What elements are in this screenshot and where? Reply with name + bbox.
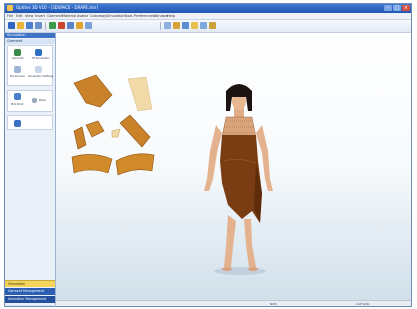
application-window: Optitex 3D V10 - [3DSPACE - DRAPE.dsn] –…: [4, 3, 412, 307]
pattern-piece[interactable]: [73, 126, 87, 150]
menu-garment[interactable]: Garment: [47, 13, 62, 19]
sidebar-item-animation-management[interactable]: Animation Management: [5, 296, 55, 303]
pre-process-button-label[interactable]: Pre-Process: [10, 75, 25, 78]
settings-icon[interactable]: [35, 66, 42, 73]
main-toolbar: [5, 20, 411, 33]
garment-button-label[interactable]: Garment: [12, 57, 23, 60]
avatar-right-leg: [244, 219, 256, 267]
pattern-piece[interactable]: [73, 74, 113, 108]
menu-preferences[interactable]: Preferences: [134, 13, 155, 19]
save-icon[interactable]: [26, 22, 33, 29]
avatar-left-leg: [224, 215, 236, 267]
status-num: NUM: [270, 302, 277, 306]
minimize-icon[interactable]: –: [384, 5, 392, 11]
new-file-icon[interactable]: [8, 22, 15, 29]
fit-simulation-button-label[interactable]: Fit Simulation: [32, 57, 50, 60]
menu-tools[interactable]: Tools: [124, 13, 133, 19]
menu-insert[interactable]: Insert: [35, 13, 45, 19]
menu-help[interactable]: Help: [167, 13, 175, 19]
pattern-piece[interactable]: [119, 114, 151, 148]
help-icon[interactable]: [67, 22, 74, 29]
undo-icon[interactable]: [49, 22, 56, 29]
title-bar: Optitex 3D V10 - [3DSPACE - DRAPE.dsn] –…: [5, 4, 411, 13]
app-logo-icon: [7, 5, 13, 11]
garment-icon[interactable]: [14, 49, 21, 56]
zoom-icon[interactable]: [85, 22, 92, 29]
avatar[interactable]: [204, 84, 273, 271]
top-view-icon[interactable]: [200, 22, 207, 29]
close-icon[interactable]: ×: [402, 5, 410, 11]
menu-bar: File Edit View Insert Garment Material A…: [5, 13, 411, 20]
pattern-piece[interactable]: [127, 76, 153, 112]
sidebar-item-simulation[interactable]: Simulation: [5, 280, 55, 287]
open-folder-icon[interactable]: [17, 22, 24, 29]
menu-edit[interactable]: Edit: [16, 13, 23, 19]
side-view-icon[interactable]: [182, 22, 189, 29]
grid-icon[interactable]: [14, 120, 21, 127]
avatar-right-foot: [248, 267, 258, 271]
status-cap-scrl: CAP SCRL: [356, 302, 370, 306]
tools-panel: Pick Point Place: [7, 90, 53, 112]
rotate-icon[interactable]: [76, 22, 83, 29]
toolbar-separator: [45, 22, 46, 30]
menu-avatar[interactable]: Avatar: [77, 13, 88, 19]
menu-colorway[interactable]: Colorway: [90, 13, 106, 19]
pattern-piece[interactable]: [71, 154, 113, 174]
menu-material[interactable]: Material: [62, 13, 76, 19]
menu-simulation[interactable]: Simulation: [106, 13, 125, 19]
pan-icon[interactable]: [164, 22, 171, 29]
place-label[interactable]: Place: [39, 99, 46, 102]
avatar-right-arm: [204, 125, 222, 191]
pattern-piece[interactable]: [111, 128, 121, 138]
pre-process-icon[interactable]: [14, 66, 21, 73]
place-icon[interactable]: [32, 98, 37, 103]
sidebar-header: Simulation: [5, 33, 55, 38]
extra-tool-panel: [7, 115, 53, 130]
left-sidebar: Simulation Garment Garment Fit Simulatio…: [5, 33, 56, 305]
cut-icon[interactable]: [35, 22, 42, 29]
pattern-piece[interactable]: [115, 153, 155, 176]
light-icon[interactable]: [209, 22, 216, 29]
avatar-shadow: [214, 267, 266, 275]
status-bar: NUM CAP SCRL: [56, 300, 411, 306]
pattern-piece[interactable]: [85, 120, 105, 138]
maximize-icon[interactable]: □: [393, 5, 401, 11]
sidebar-group-title: Garment: [5, 39, 55, 44]
front-view-icon[interactable]: [173, 22, 180, 29]
back-view-icon[interactable]: [191, 22, 198, 29]
redo-icon[interactable]: [58, 22, 65, 29]
sidebar-item-garment-management[interactable]: Garment Management: [5, 288, 55, 295]
simulation-buttons-panel: Garment Fit Simulation Pre-Process Simul…: [7, 45, 53, 86]
scene-canvas: [71, 74, 273, 275]
3d-viewport[interactable]: [56, 33, 411, 300]
avatar-left-foot: [222, 267, 232, 271]
pick-point-icon[interactable]: [14, 93, 21, 100]
fit-simulation-icon[interactable]: [35, 49, 42, 56]
menu-view[interactable]: View: [25, 13, 33, 19]
pick-point-label[interactable]: Pick Point: [11, 103, 23, 106]
pattern-pieces: [71, 74, 155, 176]
menu-window[interactable]: Window: [154, 13, 168, 19]
toolbar-separator: [160, 22, 161, 30]
menu-file[interactable]: File: [7, 13, 13, 19]
settings-button-label[interactable]: Simulation Settings: [28, 75, 53, 78]
window-title: Optitex 3D V10 - [3DSPACE - DRAPE.dsn]: [16, 5, 98, 10]
